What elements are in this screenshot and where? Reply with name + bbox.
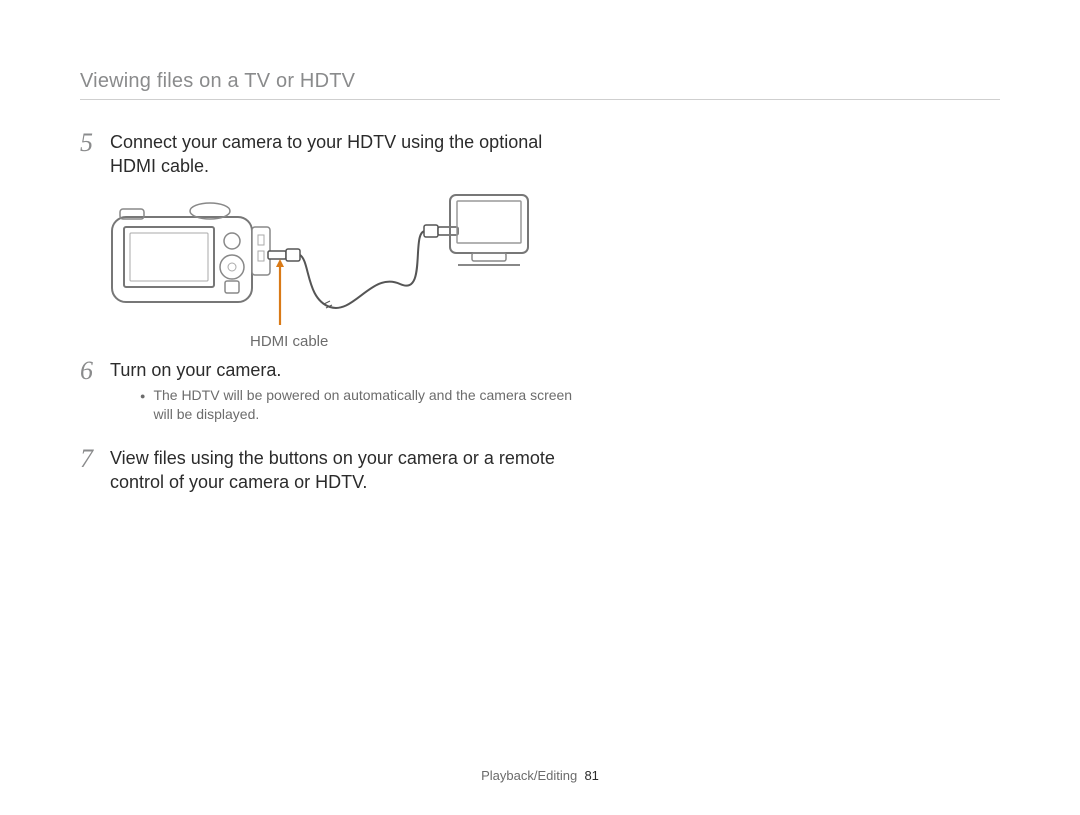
- step-number: 7: [80, 446, 100, 472]
- diagram-caption: HDMI cable: [250, 333, 590, 350]
- step-5: 5 Connect your camera to your HDTV using…: [80, 130, 590, 179]
- hdmi-plug-camera: [268, 249, 300, 261]
- footer-section: Playback/Editing: [481, 768, 577, 783]
- step-sub-text: The HDTV will be powered on automaticall…: [153, 386, 590, 424]
- page: Viewing files on a TV or HDTV 5 Connect …: [0, 0, 1080, 815]
- step-text: Turn on your camera.: [110, 358, 590, 382]
- tv-icon: [450, 195, 528, 265]
- step-sub: ● The HDTV will be powered on automatica…: [140, 386, 590, 424]
- header-rule: [80, 99, 1000, 100]
- footer-page-number: 81: [584, 768, 598, 783]
- bullet-icon: ●: [140, 386, 145, 424]
- camera-icon: [112, 203, 300, 302]
- step-7: 7 View files using the buttons on your c…: [80, 446, 590, 495]
- hdmi-cable-path: [300, 231, 426, 308]
- page-header: Viewing files on a TV or HDTV: [80, 70, 1000, 99]
- step-text: View files using the buttons on your cam…: [110, 446, 590, 495]
- step-6: 6 Turn on your camera. ● The HDTV will b…: [80, 358, 590, 436]
- page-footer: Playback/Editing 81: [0, 768, 1080, 783]
- step-number: 6: [80, 358, 100, 384]
- connection-diagram: HDMI cable: [110, 189, 590, 350]
- hdmi-connection-illustration: [110, 189, 530, 329]
- step-number: 5: [80, 130, 100, 156]
- step-text: Connect your camera to your HDTV using t…: [110, 130, 590, 179]
- hdmi-plug-tv: [424, 225, 458, 237]
- callout-arrow-head: [276, 259, 284, 267]
- content-column: 5 Connect your camera to your HDTV using…: [80, 130, 590, 494]
